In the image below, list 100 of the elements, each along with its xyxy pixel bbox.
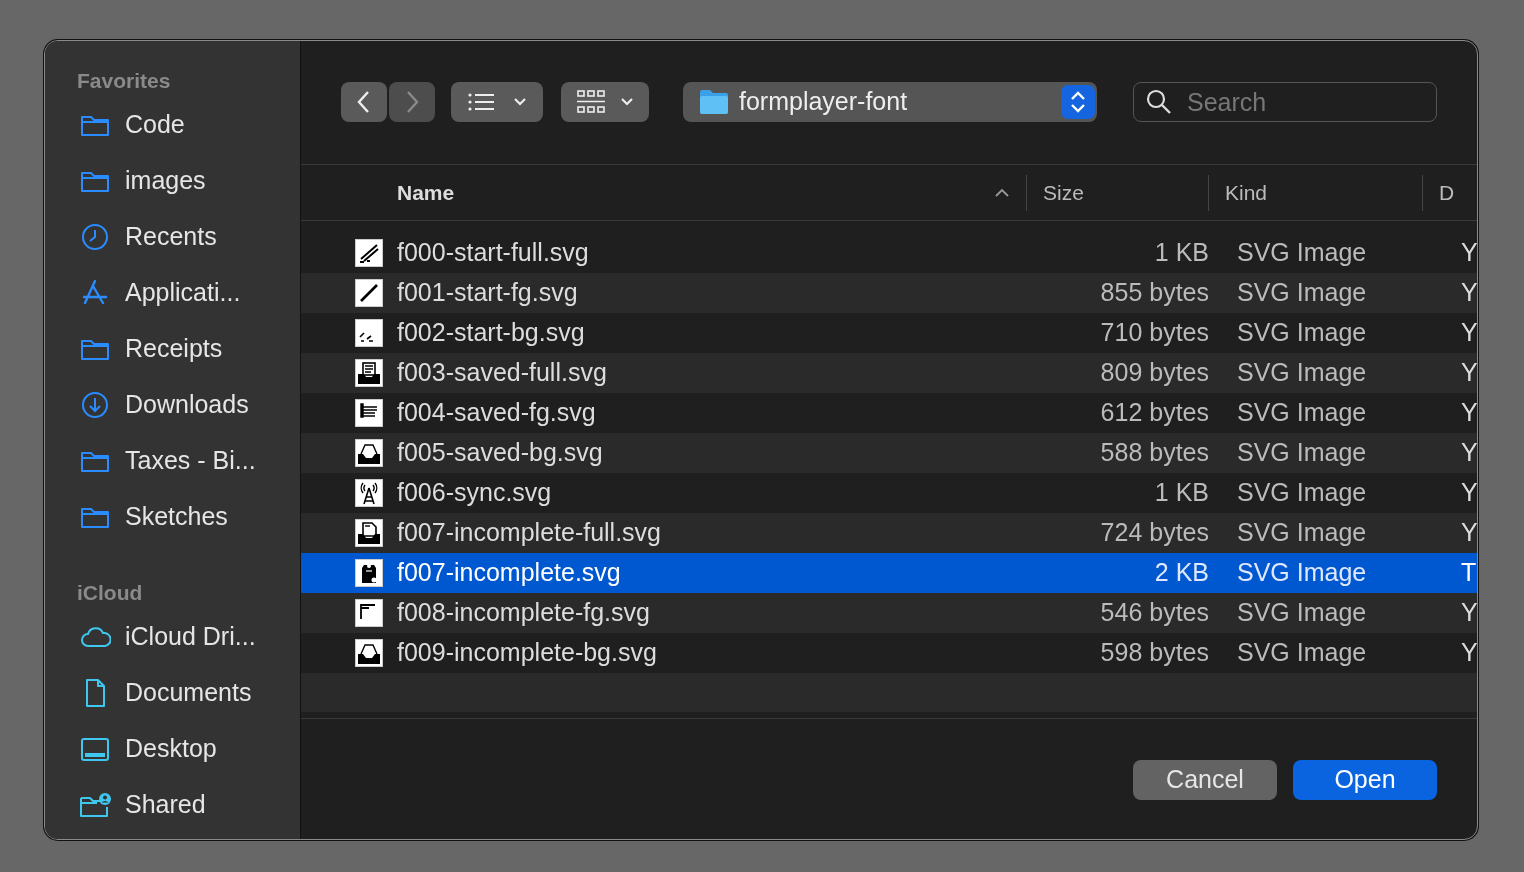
table-cell-text: Y	[1461, 597, 1477, 629]
file-size: 546 bytes	[1099, 597, 1209, 629]
sidebar-item[interactable]: Desktop	[45, 721, 300, 777]
chevron-left-icon	[356, 89, 372, 115]
sidebar-item[interactable]: Recents	[45, 209, 300, 265]
file-size: 2 KB	[1153, 557, 1209, 589]
file-row[interactable]: f008-incomplete-fg.svg 546 bytes SVG Image Y	[301, 593, 1477, 633]
location-popup[interactable]: formplayer-font	[683, 82, 1097, 122]
cancel-button[interactable]: Cancel	[1133, 760, 1277, 800]
section-heading: iCloud	[76, 580, 144, 606]
back-button[interactable]	[341, 82, 387, 122]
table-cell-text: T	[1461, 557, 1477, 589]
sidebar-item[interactable]: Sketches	[45, 489, 300, 545]
file-row[interactable]: f007-incomplete.svg 2 KB SVG Image T	[301, 553, 1477, 593]
file-size: 1 KB	[1153, 477, 1209, 509]
open-button[interactable]: Open	[1293, 760, 1437, 800]
sidebar-item[interactable]: Code	[45, 97, 300, 153]
file-kind: SVG Image	[1237, 237, 1368, 269]
table-cell-text: Y	[1461, 397, 1477, 429]
sidebar-item[interactable]: Receipts	[45, 321, 300, 377]
file-kind: SVG Image	[1237, 357, 1368, 389]
file-size: 724 bytes	[1099, 517, 1209, 549]
file-size: 855 bytes	[1099, 277, 1209, 309]
download-icon	[79, 389, 111, 421]
file-row[interactable]: f004-saved-fg.svg 612 bytes SVG Image Y	[301, 393, 1477, 433]
file-kind: SVG Image	[1237, 477, 1368, 509]
file-name: f009-incomplete-bg.svg	[397, 637, 658, 669]
column-header[interactable]: Size	[1027, 175, 1209, 211]
file-size: 1 KB	[1153, 237, 1209, 269]
caret-icon	[513, 97, 527, 107]
file-kind: SVG Image	[1237, 277, 1368, 309]
luggage-tag-icon	[355, 559, 383, 587]
table-cell-text: Y	[1461, 237, 1477, 269]
file-kind: SVG Image	[1237, 557, 1368, 589]
inbox-icon	[355, 639, 383, 667]
grid-view-button[interactable]	[561, 82, 649, 122]
file-kind: SVG Image	[1237, 317, 1368, 349]
file-name: f003-saved-full.svg	[397, 357, 608, 389]
file-row[interactable]: f009-incomplete-bg.svg 598 bytes SVG Image Y	[301, 633, 1477, 673]
chevron-right-icon	[404, 89, 420, 115]
stepper-icon	[1061, 85, 1095, 119]
clock-icon	[79, 221, 111, 253]
table-cell-text: Y	[1461, 357, 1477, 389]
file-size: 598 bytes	[1099, 637, 1209, 669]
antenna-icon	[355, 479, 383, 507]
file-row[interactable]: f002-start-bg.svg 710 bytes SVG Image Y	[301, 313, 1477, 353]
file-name: f004-saved-fg.svg	[397, 397, 597, 429]
table-cell-text: Y	[1461, 477, 1477, 509]
section-heading: Favorites	[76, 68, 172, 94]
table-cell-text: Y	[1461, 517, 1477, 549]
file-size: 809 bytes	[1099, 357, 1209, 389]
file-name: f007-incomplete-full.svg	[397, 517, 662, 549]
file-name: f006-sync.svg	[397, 477, 553, 509]
sidebar-item[interactable]: Applicati...	[45, 265, 300, 321]
sort-caret-icon	[994, 187, 1010, 199]
file-row[interactable]: f003-saved-full.svg 809 bytes SVG Image Y	[301, 353, 1477, 393]
folder-icon	[699, 89, 729, 115]
file-row[interactable]: f005-saved-bg.svg 588 bytes SVG Image Y	[301, 433, 1477, 473]
inbox-icon	[355, 359, 383, 387]
file-row[interactable]: f006-sync.svg 1 KB SVG Image Y	[301, 473, 1477, 513]
sidebar-item[interactable]: Taxes - Bi...	[45, 433, 300, 489]
caret-icon	[620, 97, 634, 107]
grid-icon	[576, 89, 606, 115]
table-cell-text: Y	[1461, 637, 1477, 669]
pen-icon	[355, 239, 383, 267]
column-header[interactable]: Kind	[1209, 175, 1423, 211]
search-icon	[1145, 88, 1173, 116]
file-name: f002-start-bg.svg	[397, 317, 586, 349]
sidebar-item[interactable]: Downloads	[45, 377, 300, 433]
file-name: f000-start-full.svg	[397, 237, 590, 269]
document-icon	[355, 399, 383, 427]
file-size: 612 bytes	[1099, 397, 1209, 429]
sidebar-item[interactable]: Shared	[45, 777, 300, 833]
file-kind: SVG Image	[1237, 637, 1368, 669]
file-size: 710 bytes	[1099, 317, 1209, 349]
file-size: 588 bytes	[1099, 437, 1209, 469]
list-icon	[467, 92, 495, 112]
file-row[interactable]: f001-start-fg.svg 855 bytes SVG Image Y	[301, 273, 1477, 313]
search-field[interactable]: Search	[1133, 82, 1437, 122]
file-kind: SVG Image	[1237, 437, 1368, 469]
file-kind: SVG Image	[1237, 397, 1368, 429]
column-header[interactable]: D	[1423, 165, 1477, 221]
file-name: f005-saved-bg.svg	[397, 437, 604, 469]
column-header[interactable]: Name	[397, 175, 1027, 211]
list-view-button[interactable]	[451, 82, 543, 122]
file-kind: SVG Image	[1237, 517, 1368, 549]
file-name: f001-start-fg.svg	[397, 277, 579, 309]
table-cell-text: Y	[1461, 277, 1477, 309]
table-cell-text: Y	[1461, 437, 1477, 469]
pen-icon	[355, 279, 383, 307]
corner-bracket-icon	[355, 599, 383, 627]
file-kind: SVG Image	[1237, 597, 1368, 629]
table-cell-text: Y	[1461, 317, 1477, 349]
sidebar-item[interactable]: images	[45, 153, 300, 209]
sidebar-item[interactable]: iCloud Dri...	[45, 609, 300, 665]
file-name: f008-incomplete-fg.svg	[397, 597, 651, 629]
file-row[interactable]: f007-incomplete-full.svg 724 bytes SVG Image Y	[301, 513, 1477, 553]
sidebar-item[interactable]: Documents	[45, 665, 300, 721]
inbox-icon	[355, 439, 383, 467]
file-row[interactable]: f000-start-full.svg 1 KB SVG Image Y	[301, 233, 1477, 273]
